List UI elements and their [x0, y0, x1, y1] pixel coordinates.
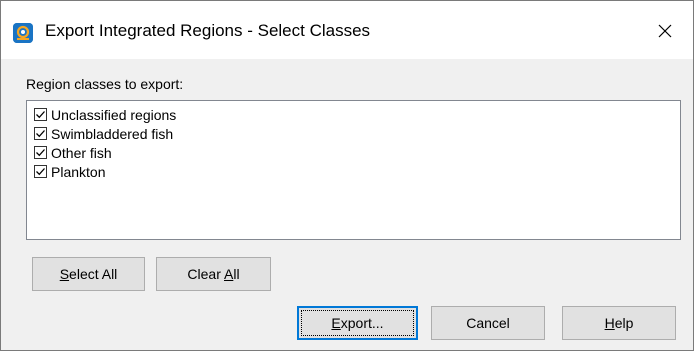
region-classes-label: Region classes to export:	[26, 76, 184, 92]
list-item-label: Swimbladdered fish	[51, 125, 174, 142]
list-item[interactable]: Plankton	[27, 162, 680, 181]
clear-all-label: Clear All	[187, 266, 240, 282]
checkbox-plankton[interactable]	[34, 165, 47, 178]
window-title: Export Integrated Regions - Select Class…	[45, 21, 371, 40]
export-dialog: Export Integrated Regions - Select Class…	[0, 0, 694, 351]
checkmark-icon	[36, 168, 45, 176]
export-button[interactable]: Export...	[297, 306, 418, 340]
list-item[interactable]: Unclassified regions	[27, 105, 680, 124]
close-icon[interactable]	[658, 24, 672, 38]
list-item-label: Other fish	[51, 144, 112, 161]
checkmark-icon	[36, 111, 45, 119]
checkmark-icon	[36, 130, 45, 138]
cancel-button[interactable]: Cancel	[431, 306, 545, 340]
checkmark-icon	[36, 149, 45, 157]
checkbox-unclassified-regions[interactable]	[34, 108, 47, 121]
clear-all-button[interactable]: Clear All	[156, 257, 271, 291]
title-bar: Export Integrated Regions - Select Class…	[1, 1, 693, 59]
checkbox-swimbladdered-fish[interactable]	[34, 127, 47, 140]
help-button[interactable]: Help	[562, 306, 676, 340]
app-icon	[13, 23, 33, 43]
region-classes-list[interactable]: Unclassified regions Swimbladdered fish …	[26, 100, 681, 240]
checkbox-other-fish[interactable]	[34, 146, 47, 159]
select-all-label: Select All	[59, 266, 118, 282]
close-button[interactable]	[645, 13, 685, 49]
list-item-label: Plankton	[51, 163, 106, 180]
help-label: Help	[604, 315, 634, 331]
list-item[interactable]: Swimbladdered fish	[27, 124, 680, 143]
select-all-button[interactable]: Select All	[32, 257, 145, 291]
cancel-label: Cancel	[466, 315, 510, 331]
list-item[interactable]: Other fish	[27, 143, 680, 162]
export-label: Export...	[331, 315, 384, 331]
list-item-label: Unclassified regions	[51, 106, 177, 123]
